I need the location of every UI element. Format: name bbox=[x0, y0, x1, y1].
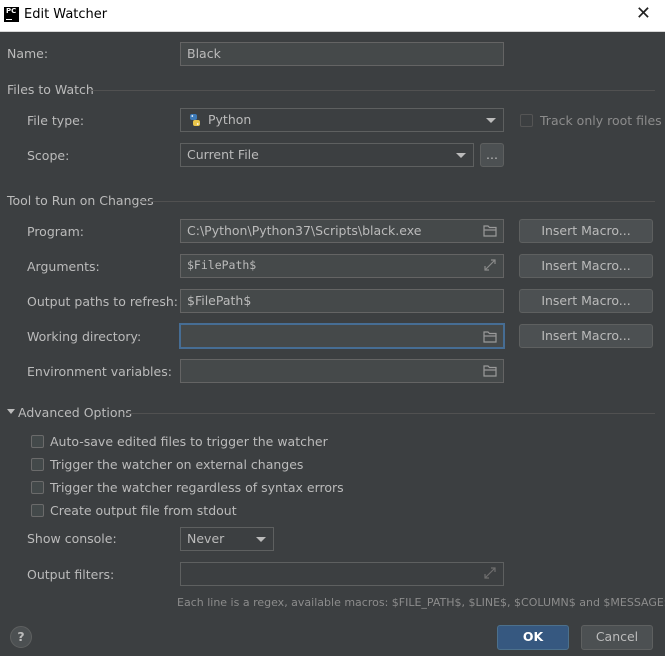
folder-icon[interactable] bbox=[483, 330, 497, 343]
syntax-errors-checkbox[interactable] bbox=[31, 481, 44, 494]
show-console-label: Show console: bbox=[27, 531, 117, 546]
advanced-options-section[interactable]: Advanced Options bbox=[18, 405, 132, 420]
expand-icon[interactable] bbox=[483, 567, 497, 580]
output-from-stdout-checkbox[interactable] bbox=[31, 504, 44, 517]
output-paths-insert-macro-button[interactable]: Insert Macro... bbox=[519, 289, 653, 313]
name-label: Name: bbox=[7, 46, 49, 61]
working-directory-insert-macro-button[interactable]: Insert Macro... bbox=[519, 324, 653, 348]
tool-section: Tool to Run on Changes bbox=[7, 193, 154, 208]
working-directory-field[interactable] bbox=[179, 323, 505, 349]
chevron-down-icon bbox=[456, 153, 466, 158]
files-to-watch-section: Files to Watch bbox=[7, 82, 94, 97]
chevron-down-icon bbox=[256, 537, 266, 542]
cancel-button[interactable]: Cancel bbox=[581, 625, 653, 650]
working-directory-label: Working directory: bbox=[27, 329, 142, 344]
external-changes-checkbox[interactable] bbox=[31, 458, 44, 471]
scope-browse-button[interactable]: ... bbox=[480, 143, 504, 167]
arguments-field[interactable]: $FilePath$ bbox=[180, 254, 504, 278]
arguments-insert-macro-button[interactable]: Insert Macro... bbox=[519, 254, 653, 278]
syntax-errors-label: Trigger the watcher regardless of syntax… bbox=[50, 480, 344, 495]
output-filters-hint: Each line is a regex, available macros: … bbox=[177, 596, 665, 609]
auto-save-label: Auto-save edited files to trigger the wa… bbox=[50, 434, 328, 449]
program-insert-macro-button[interactable]: Insert Macro... bbox=[519, 219, 653, 243]
app-icon: PC bbox=[4, 7, 19, 22]
program-label: Program: bbox=[27, 224, 84, 239]
file-type-value: Python bbox=[208, 112, 252, 127]
ok-button[interactable]: OK bbox=[497, 625, 569, 650]
python-icon bbox=[190, 114, 200, 126]
arguments-value: $FilePath$ bbox=[187, 258, 257, 272]
title-bar: PC Edit Watcher ✕ bbox=[0, 0, 665, 32]
close-icon[interactable]: ✕ bbox=[636, 3, 651, 24]
collapse-chevron-icon[interactable] bbox=[7, 409, 15, 414]
section-separator bbox=[90, 90, 655, 91]
output-paths-field[interactable]: $FilePath$ bbox=[180, 289, 504, 313]
environment-variables-label: Environment variables: bbox=[27, 364, 172, 379]
expand-icon[interactable] bbox=[483, 259, 497, 272]
output-filters-field[interactable] bbox=[180, 562, 504, 586]
scope-combo[interactable]: Current File bbox=[180, 143, 474, 167]
track-only-root-checkbox[interactable] bbox=[520, 114, 533, 127]
auto-save-checkbox[interactable] bbox=[31, 435, 44, 448]
scope-label: Scope: bbox=[27, 148, 70, 163]
help-button[interactable]: ? bbox=[10, 626, 32, 648]
chevron-down-icon bbox=[486, 118, 496, 123]
environment-variables-field[interactable] bbox=[180, 359, 504, 383]
window-title: Edit Watcher bbox=[24, 7, 108, 22]
section-separator bbox=[124, 413, 655, 414]
folder-icon[interactable] bbox=[483, 224, 497, 237]
scope-value: Current File bbox=[187, 147, 259, 162]
program-value: C:\Python\Python37\Scripts\black.exe bbox=[187, 223, 422, 238]
file-type-combo[interactable]: Python bbox=[180, 108, 504, 132]
show-console-combo[interactable]: Never bbox=[180, 527, 274, 551]
file-type-label: File type: bbox=[27, 113, 85, 128]
name-field[interactable]: Black bbox=[180, 42, 504, 66]
output-filters-label: Output filters: bbox=[27, 567, 115, 582]
show-console-value: Never bbox=[187, 531, 225, 546]
output-paths-label: Output paths to refresh: bbox=[27, 294, 178, 309]
section-separator bbox=[140, 201, 655, 202]
track-only-root-label: Track only root files bbox=[540, 113, 662, 128]
program-field[interactable]: C:\Python\Python37\Scripts\black.exe bbox=[180, 219, 504, 243]
folder-icon[interactable] bbox=[483, 364, 497, 377]
output-from-stdout-label: Create output file from stdout bbox=[50, 503, 237, 518]
external-changes-label: Trigger the watcher on external changes bbox=[50, 457, 304, 472]
arguments-label: Arguments: bbox=[27, 259, 100, 274]
